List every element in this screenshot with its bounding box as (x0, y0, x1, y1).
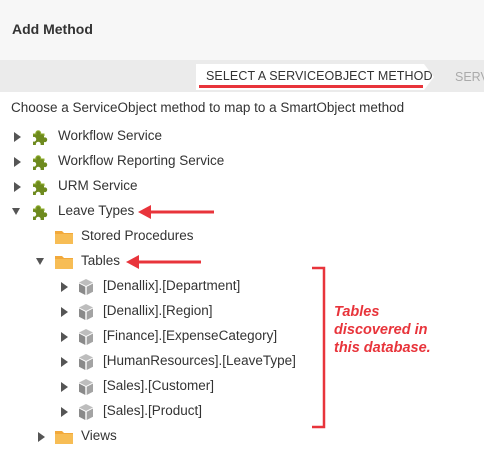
arrow-icon (126, 255, 201, 269)
annotation-overlay (126, 205, 326, 429)
annotation-text: Tables discovered in this database. (334, 304, 431, 356)
arrow-icon (138, 205, 214, 219)
bracket-icon (312, 266, 326, 429)
